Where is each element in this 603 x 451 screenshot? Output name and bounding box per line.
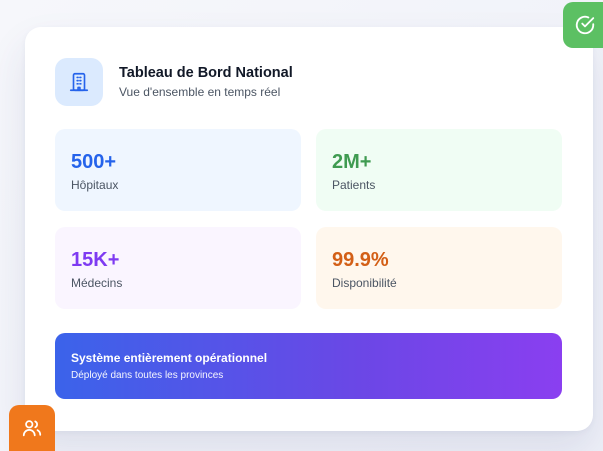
card-header: Tableau de Bord National Vue d'ensemble … [55,58,293,106]
stat-value: 15K+ [71,249,120,271]
stat-label: Médecins [71,276,123,290]
page-subtitle: Vue d'ensemble en temps réel [119,85,281,99]
stat-value: 99.9% [332,249,389,271]
stat-card-availability: 99.9% Disponibilité [316,227,562,309]
building-icon [55,58,103,106]
stat-value: 2M+ [332,151,372,173]
page-title: Tableau de Bord National [119,65,293,81]
stat-label: Hôpitaux [71,178,119,192]
stat-card-hospitals: 500+ Hôpitaux [55,129,301,211]
dashboard-card: Tableau de Bord National Vue d'ensemble … [25,27,593,431]
status-banner-subtitle: Déployé dans toutes les provinces [71,370,224,381]
users-icon[interactable] [9,405,55,451]
stat-value: 500+ [71,151,117,173]
stat-card-doctors: 15K+ Médecins [55,227,301,309]
check-circle-icon[interactable] [563,2,603,48]
stat-label: Patients [332,178,376,192]
stat-label: Disponibilité [332,276,397,290]
stat-card-patients: 2M+ Patients [316,129,562,211]
status-banner: Système entièrement opérationnel Déployé… [55,333,562,399]
status-banner-title: Système entièrement opérationnel [71,351,268,365]
